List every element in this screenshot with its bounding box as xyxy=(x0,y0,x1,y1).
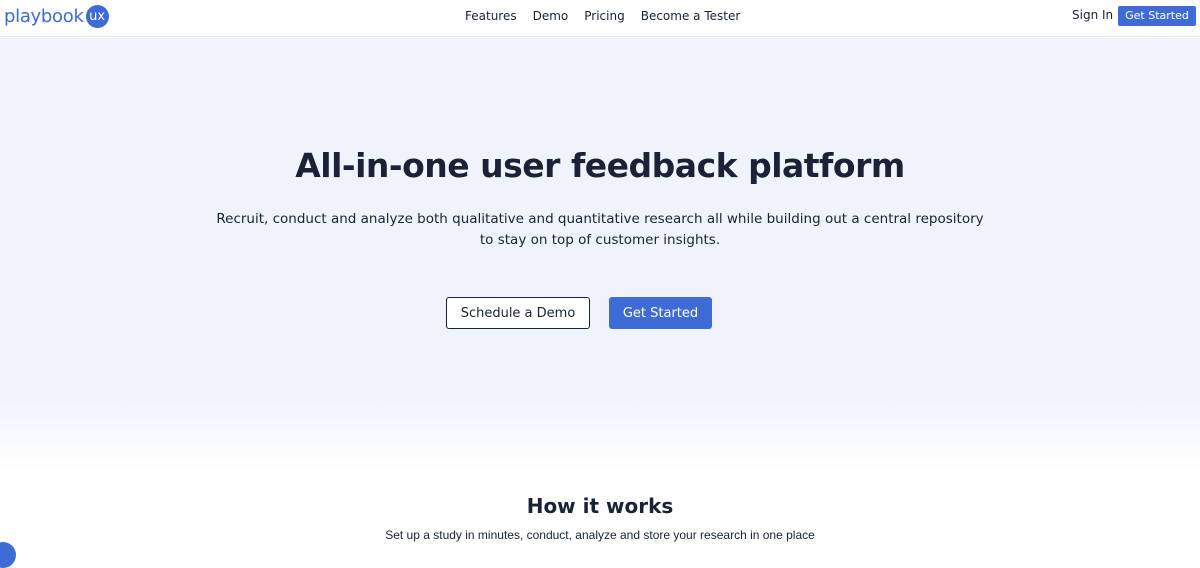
logo-wordmark: playbook xyxy=(4,5,84,27)
nav-link-demo[interactable]: Demo xyxy=(533,9,569,23)
sign-in-link[interactable]: Sign In xyxy=(1072,8,1113,22)
logo-badge: ux xyxy=(85,5,109,28)
nav-link-become-a-tester[interactable]: Become a Tester xyxy=(641,9,741,23)
site-header: playbook ux Features Demo Pricing Become… xyxy=(0,0,1200,37)
hero-subtitle: Recruit, conduct and analyze both qualit… xyxy=(216,211,984,248)
how-it-works-title: How it works xyxy=(526,494,674,518)
schedule-demo-button[interactable]: Schedule a Demo xyxy=(446,297,590,329)
nav-link-pricing[interactable]: Pricing xyxy=(584,9,624,23)
how-it-works-subtitle: Set up a study in minutes, conduct, anal… xyxy=(385,528,815,542)
playbook-ux-logo[interactable]: playbook ux xyxy=(4,5,109,28)
hero-get-started-button[interactable]: Get Started xyxy=(609,297,712,329)
hero-title: All-in-one user feedback platform xyxy=(295,146,905,185)
hero-section: All-in-one user feedback platform Recrui… xyxy=(0,38,1200,470)
main-nav: Features Demo Pricing Become a Tester xyxy=(465,0,756,31)
chat-bubble-icon[interactable] xyxy=(0,542,16,568)
header-get-started-button[interactable]: Get Started xyxy=(1118,6,1196,26)
nav-link-features[interactable]: Features xyxy=(465,9,517,23)
